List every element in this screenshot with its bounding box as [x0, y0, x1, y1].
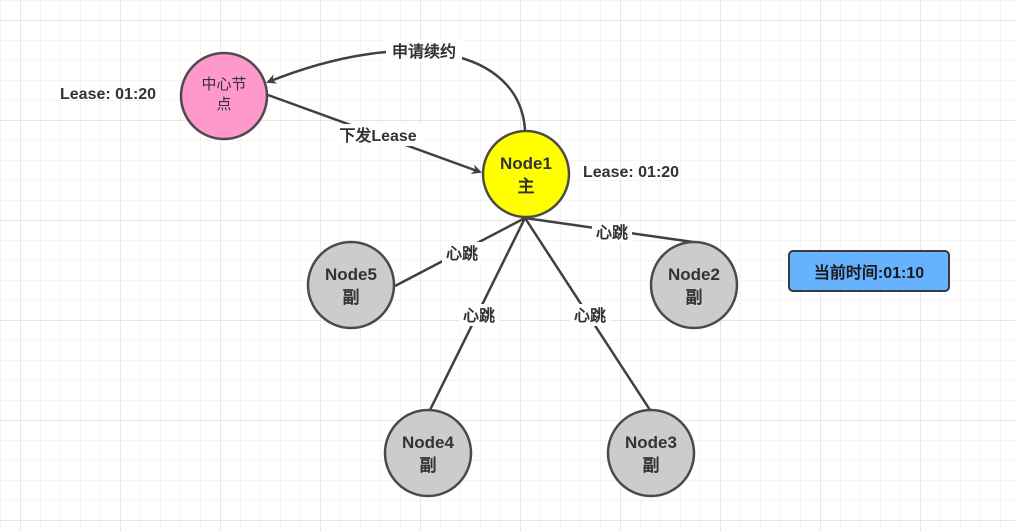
node4-role: 副 [420, 456, 437, 475]
heartbeat-label-node5: 心跳 [446, 244, 478, 263]
master-node-name: Node1 [500, 154, 552, 173]
center-node: 中心节 点 [179, 51, 269, 141]
replica-node-node3: Node3 副 [606, 408, 696, 498]
node2-role: 副 [686, 288, 703, 307]
master-node: Node1 主 [481, 129, 571, 219]
center-node-line2: 点 [216, 96, 231, 113]
node3-name: Node3 [625, 433, 677, 452]
node3-circle [606, 408, 696, 498]
current-time-box: 当前时间:01:10 [788, 250, 950, 292]
heartbeat-label-node4: 心跳 [463, 306, 495, 325]
node5-name: Node5 [325, 265, 377, 284]
node5-role: 副 [343, 288, 360, 307]
master-node-circle [481, 129, 571, 219]
renew-request-edge [266, 49, 527, 131]
node3-role: 副 [643, 456, 660, 475]
center-node-line1: 中心节 [201, 76, 246, 93]
node2-circle [649, 240, 739, 330]
heartbeat-label-node2: 心跳 [596, 223, 628, 242]
master-node-lease-label: Lease: 01:20 [583, 164, 679, 181]
node5-circle [306, 240, 396, 330]
node2-name: Node2 [668, 265, 720, 284]
heartbeat-label-node3: 心跳 [574, 306, 606, 325]
renew-request-label: 申请续约 [392, 42, 456, 61]
node4-circle [383, 408, 473, 498]
replica-node-node2: Node2 副 [649, 240, 739, 330]
replica-node-node5: Node5 副 [306, 240, 396, 330]
center-node-lease-label: Lease: 01:20 [60, 86, 156, 103]
master-node-role: 主 [518, 176, 535, 196]
replica-node-node4: Node4 副 [383, 408, 473, 498]
node4-name: Node4 [402, 433, 455, 452]
issue-lease-label: 下发Lease [339, 126, 416, 145]
